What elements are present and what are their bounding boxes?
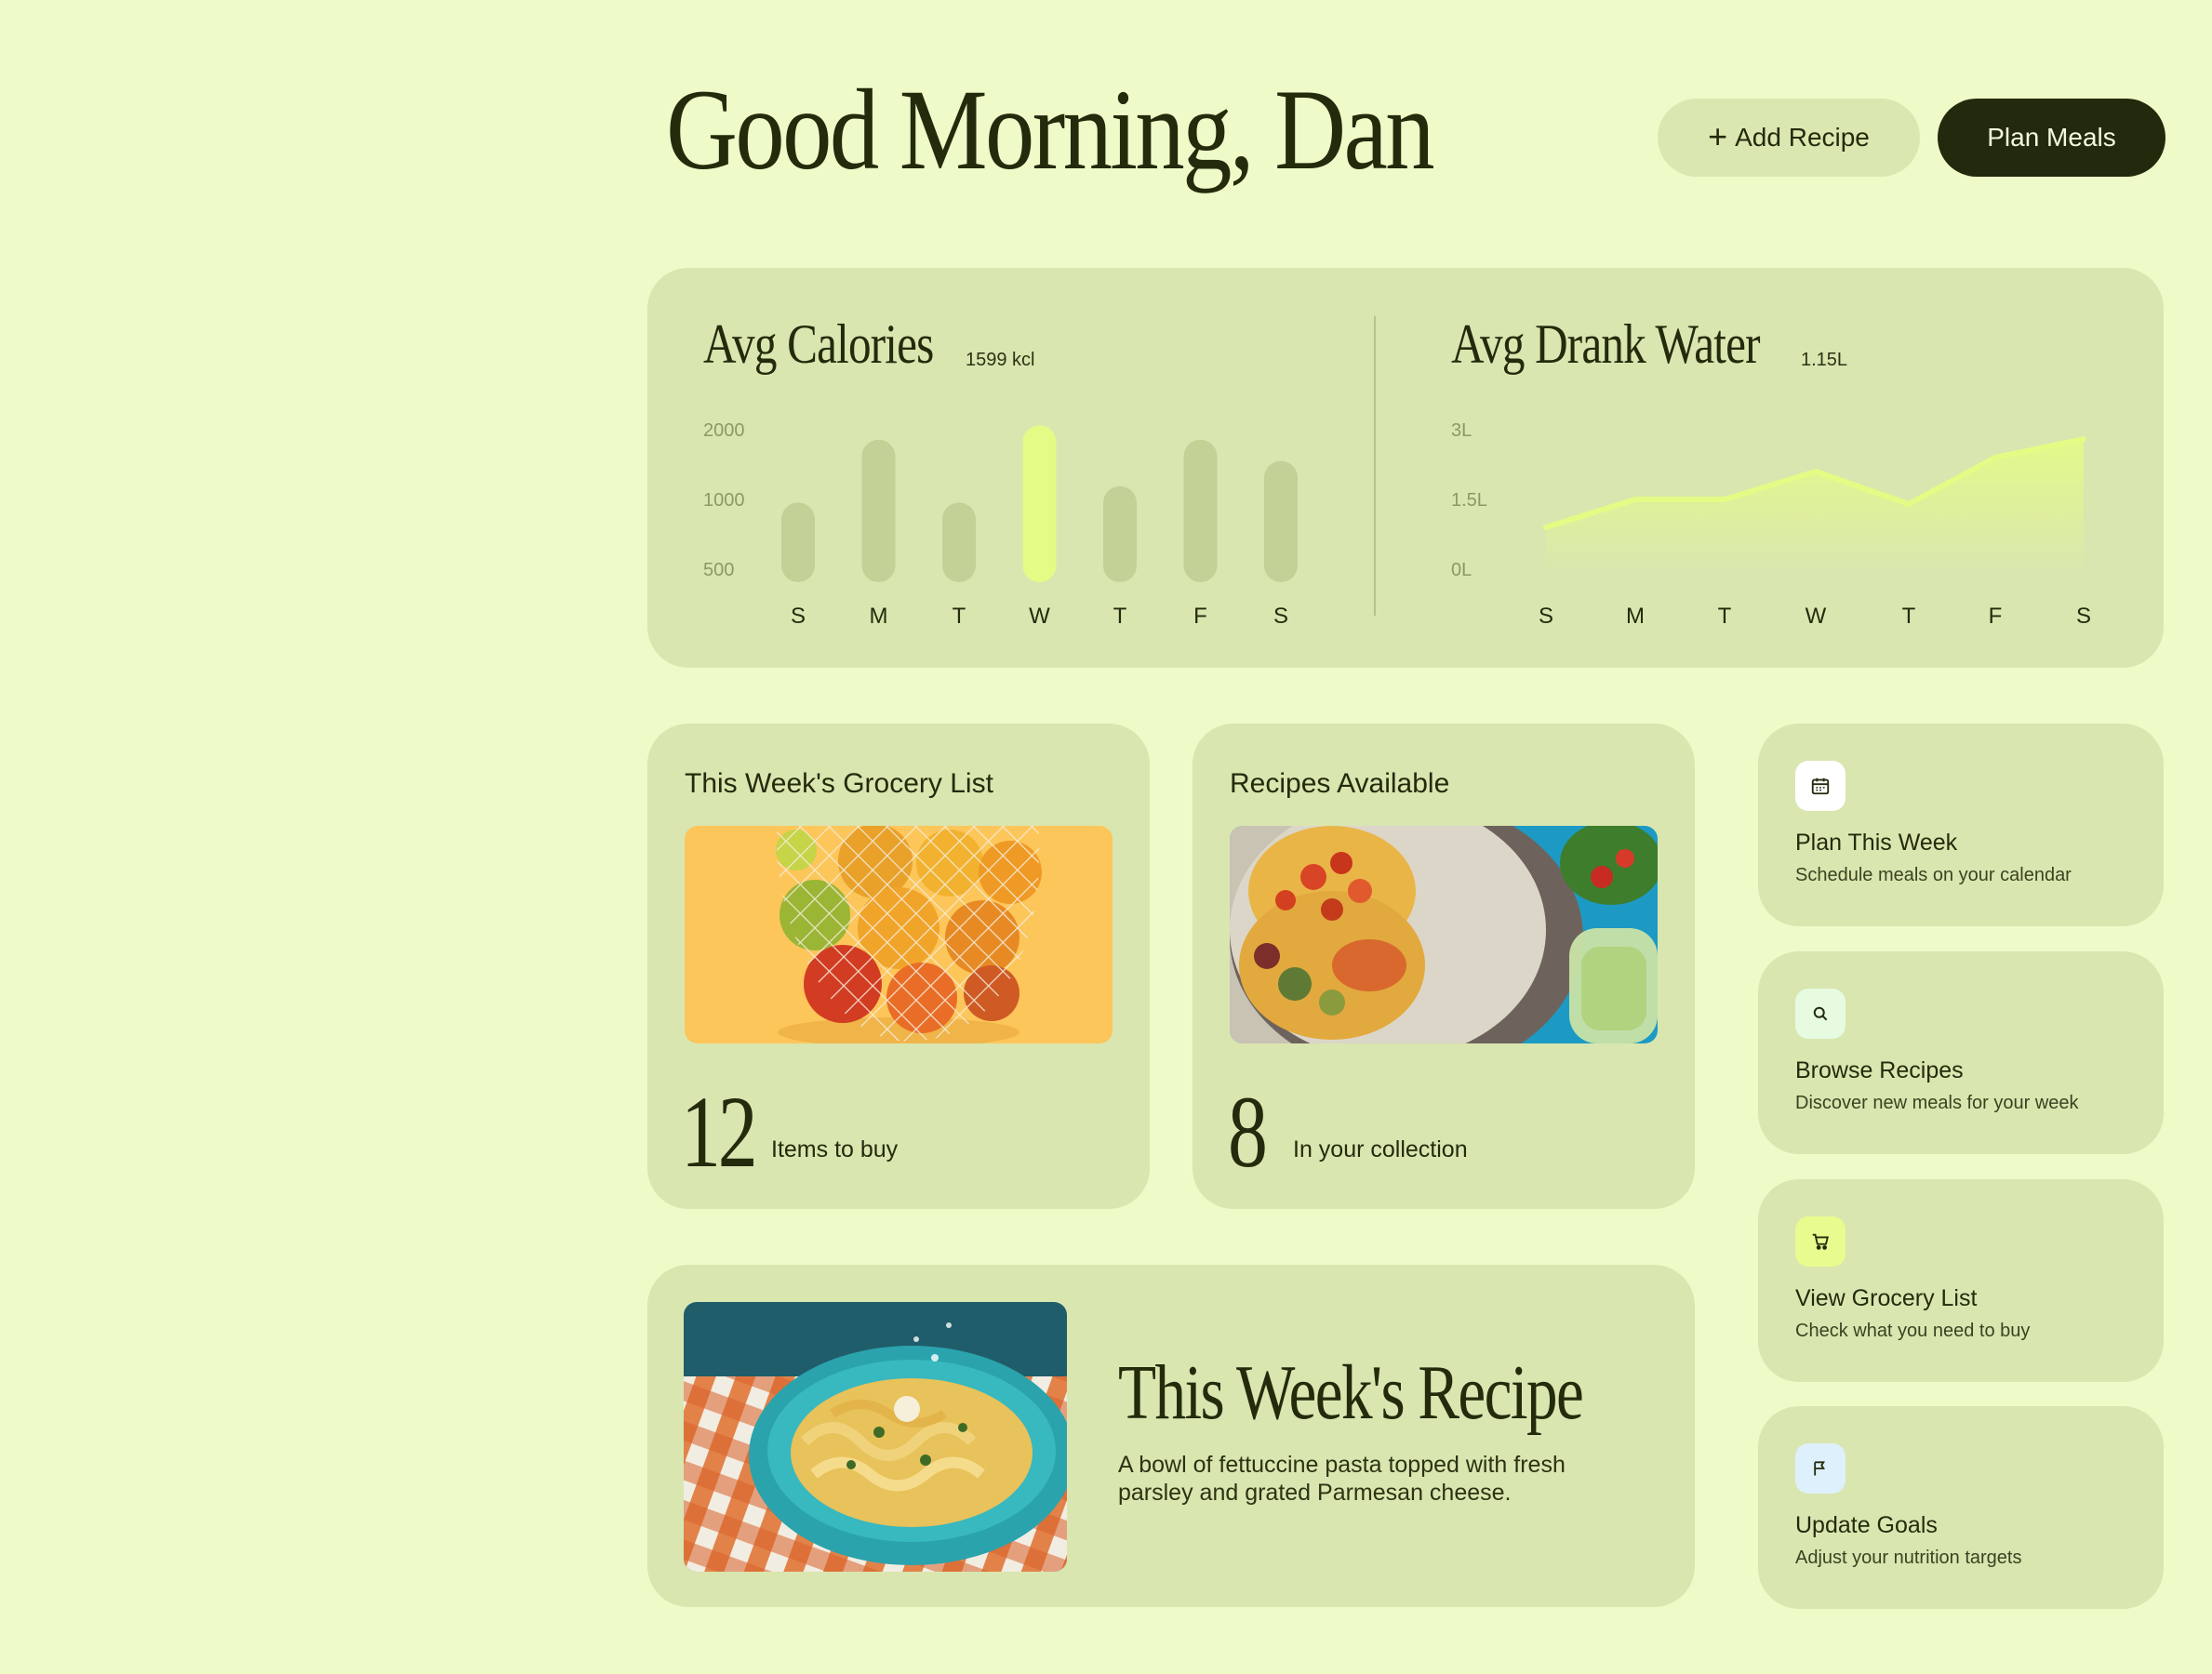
action-title: View Grocery List [1795, 1285, 1978, 1311]
featured-recipe-title: This Week's Recipe [1118, 1349, 1584, 1436]
x-tick-label: W [1806, 604, 1827, 629]
stats-divider [1374, 316, 1376, 616]
cart-icon [1795, 1216, 1846, 1267]
calories-bar-chart: 2000 1000 500 S M T W T F S [703, 420, 1298, 629]
grocery-title: This Week's Grocery List [685, 768, 993, 799]
action-browse-recipes[interactable]: Browse Recipes Discover new meals for yo… [1758, 951, 2164, 1154]
calorie-bar [1183, 439, 1218, 582]
calorie-bar [1264, 460, 1298, 582]
action-title: Update Goals [1795, 1512, 1938, 1538]
flag-icon [1795, 1443, 1846, 1494]
x-tick-label: M [1626, 604, 1645, 629]
x-tick-label: T [953, 604, 966, 629]
action-subtitle: Check what you need to buy [1795, 1321, 2031, 1341]
x-tick-label: F [1989, 604, 2003, 629]
x-tick-label: S [1539, 604, 1553, 629]
x-tick-label: W [1029, 604, 1050, 629]
plan-meals-button[interactable]: Plan Meals [1938, 99, 2165, 177]
greeting-title: Good Morning, Dan [666, 66, 1435, 193]
add-recipe-button[interactable]: + Add Recipe [1658, 99, 1920, 177]
y-tick-label: 500 [703, 560, 734, 580]
recipes-count: 8 [1228, 1075, 1268, 1189]
recipes-card[interactable]: Recipes Available 8 In your collection [1193, 724, 1695, 1209]
action-plan-this-week[interactable]: Plan This Week Schedule meals on your ca… [1758, 724, 2164, 926]
grocery-count: 12 [681, 1075, 758, 1189]
featured-recipe-description: A bowl of fettuccine pasta topped with f… [1118, 1452, 1566, 1506]
x-tick-label: T [1113, 604, 1127, 629]
action-title: Browse Recipes [1795, 1057, 1964, 1083]
y-tick-label: 1.5L [1451, 490, 1487, 511]
y-tick-label: 1000 [703, 490, 745, 511]
grocery-card[interactable]: This Week's Grocery List 12 Items to buy [647, 724, 1150, 1209]
recipes-title: Recipes Available [1230, 768, 1450, 799]
recipes-count-label: In your collection [1293, 1136, 1468, 1162]
calories-value: 1599 kcl [966, 350, 1035, 370]
x-tick-label: S [2076, 604, 2091, 629]
water-title: Avg Drank Water [1451, 313, 1760, 375]
featured-recipe-image [684, 1302, 1067, 1572]
y-tick-label: 0L [1451, 560, 1472, 580]
y-tick-label: 2000 [703, 420, 745, 441]
recipes-image [1230, 826, 1658, 1043]
action-view-grocery-list[interactable]: View Grocery List Check what you need to… [1758, 1179, 2164, 1382]
calorie-bar [1022, 425, 1057, 582]
plus-icon: + [1708, 116, 1728, 155]
calendar-icon [1795, 761, 1846, 811]
calories-title: Avg Calories [703, 313, 934, 375]
featured-recipe-card[interactable]: This Week's Recipe A bowl of fettuccine … [647, 1265, 1695, 1607]
grocery-count-label: Items to buy [771, 1136, 899, 1162]
x-tick-label: T [1718, 604, 1732, 629]
x-tick-label: M [870, 604, 888, 629]
action-title: Plan This Week [1795, 830, 1958, 856]
action-update-goals[interactable]: Update Goals Adjust your nutrition targe… [1758, 1406, 2164, 1609]
calorie-bar [942, 502, 976, 582]
calorie-bar [781, 502, 815, 582]
water-value: 1.15L [1801, 350, 1848, 370]
calorie-bar [861, 439, 896, 582]
x-tick-label: S [791, 604, 806, 629]
calorie-bar [1103, 485, 1137, 582]
add-recipe-label: Add Recipe [1735, 123, 1870, 152]
action-subtitle: Schedule meals on your calendar [1795, 865, 2072, 885]
water-area-chart: 3L 1.5L 0L S M T W T F S [1451, 420, 2091, 629]
action-subtitle: Adjust your nutrition targets [1795, 1548, 2022, 1568]
search-icon [1795, 989, 1846, 1039]
x-tick-label: S [1273, 604, 1288, 629]
grocery-image [685, 826, 1113, 1043]
x-tick-label: F [1193, 604, 1207, 629]
action-subtitle: Discover new meals for your week [1795, 1093, 2079, 1113]
x-tick-label: T [1902, 604, 1916, 629]
y-tick-label: 3L [1451, 420, 1472, 441]
